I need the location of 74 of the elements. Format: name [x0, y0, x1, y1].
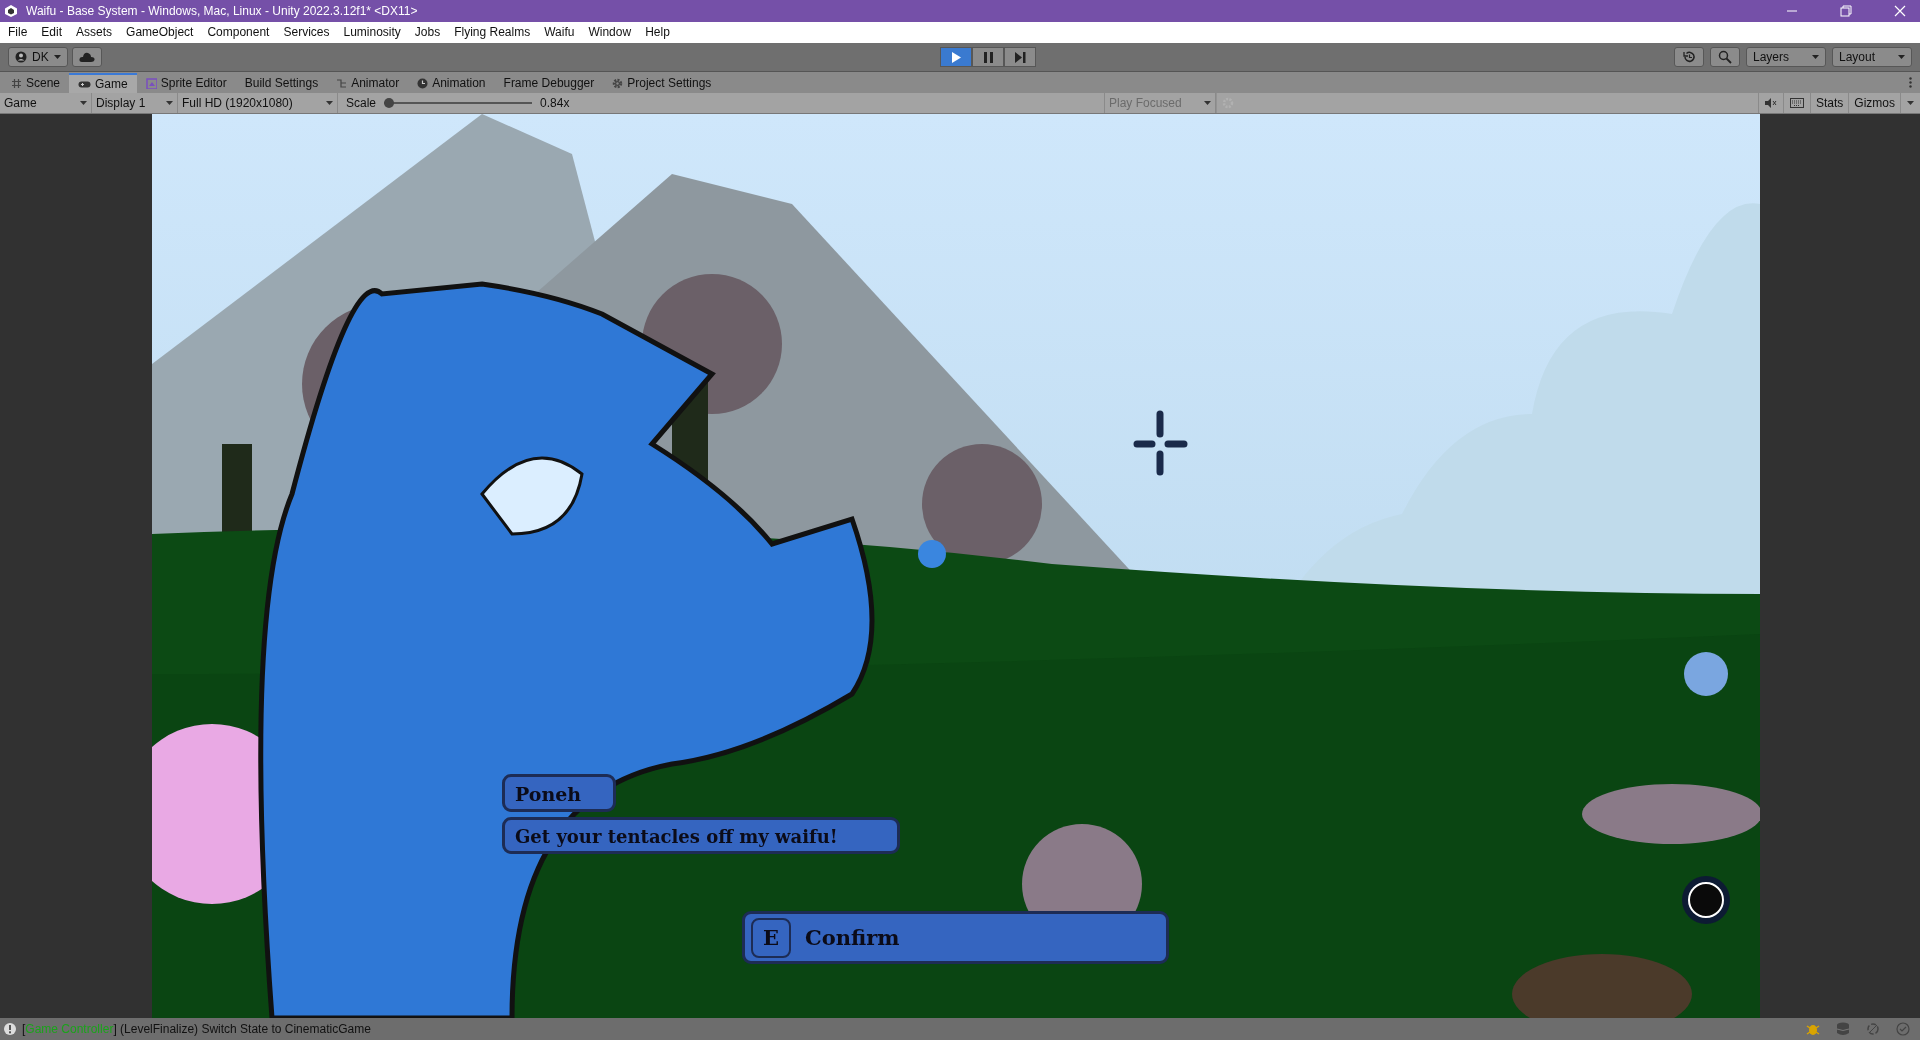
database-icon [1836, 1022, 1850, 1037]
layers-dropdown[interactable]: Layers [1746, 47, 1826, 68]
menu-item[interactable]: File [8, 25, 28, 40]
play-icon [951, 51, 961, 63]
confirm-label: Confirm [805, 925, 900, 951]
branch-icon [336, 77, 348, 89]
caret-icon [80, 101, 87, 106]
menu-item[interactable]: Luminosity [343, 25, 401, 40]
sync-icon [1866, 1022, 1880, 1037]
speaker-name-box: Poneh [502, 774, 616, 813]
gizmos-button[interactable]: Gizmos [1848, 93, 1900, 114]
check-circle-icon [1896, 1022, 1910, 1037]
caret-icon [1812, 55, 1819, 60]
restore-icon [1840, 4, 1852, 17]
key-hint: E [751, 917, 791, 958]
history-icon [1682, 50, 1696, 65]
menu-item[interactable]: Services [283, 25, 330, 40]
menu-item[interactable]: GameObject [126, 25, 194, 40]
cloud-icon [79, 52, 95, 63]
step-icon [1014, 51, 1026, 63]
caret-icon [1204, 101, 1211, 106]
display-dropdown[interactable]: Display 1 [92, 93, 178, 114]
menu-item[interactable]: Edit [41, 25, 63, 40]
scale-label: Scale [346, 96, 377, 111]
resolution-dropdown[interactable]: Full HD (1920x1080) [178, 93, 338, 114]
menu-item[interactable]: Assets [76, 25, 113, 40]
grid-icon [11, 77, 22, 89]
stats-button[interactable]: Stats [1809, 93, 1849, 114]
search-button[interactable] [1710, 47, 1740, 68]
view-dropdown[interactable]: Game [0, 93, 92, 114]
search-icon [1718, 50, 1732, 65]
tab[interactable]: Scene [2, 73, 70, 94]
cloud-button[interactable] [72, 47, 102, 68]
menu-item[interactable]: Window [588, 25, 632, 40]
history-button[interactable] [1674, 47, 1704, 68]
tab[interactable]: Frame Debugger [494, 73, 604, 94]
more-icon [1909, 77, 1912, 89]
menu-item[interactable]: Jobs [414, 25, 441, 40]
unity-logo-icon [4, 3, 18, 18]
menu-item[interactable]: Waifu [544, 25, 575, 40]
caret-icon [1898, 55, 1905, 60]
dialogue-box: Get your tentacles off my waifu! [502, 817, 900, 855]
caret-icon [53, 55, 61, 60]
tab[interactable]: Animator [327, 73, 409, 94]
tab[interactable]: Animation [408, 73, 495, 94]
caret-icon [1907, 101, 1914, 106]
caret-icon [326, 101, 333, 106]
layout-dropdown[interactable]: Layout [1832, 47, 1912, 68]
console-message: [Game Controller] (LevelFinalize) Switch State to CinematicGame [22, 1022, 371, 1037]
step-button[interactable] [1004, 47, 1036, 68]
menu-item[interactable]: Flying Realms [454, 25, 531, 40]
tab[interactable]: Sprite Editor [136, 73, 236, 94]
tab[interactable]: Build Settings [235, 73, 328, 94]
user-icon [15, 51, 27, 64]
menu-item[interactable]: Help [645, 25, 670, 40]
settings-icon [612, 77, 624, 89]
pause-button[interactable] [972, 47, 1004, 68]
account-dropdown[interactable]: DK [8, 47, 68, 68]
tab[interactable]: Game [69, 73, 137, 94]
sprite-icon [145, 77, 157, 89]
warning-icon [4, 1023, 16, 1036]
caret-icon [166, 101, 173, 106]
window-title: Waifu - Base System - Windows, Mac, Linux - Unity 2022.3.12f1* <DX11> [26, 3, 419, 18]
close-icon [1894, 4, 1906, 17]
tab[interactable]: Project Settings [603, 73, 721, 94]
keyboard-icon [1789, 98, 1804, 109]
bug-icon [1806, 1022, 1820, 1037]
clock-icon [417, 77, 429, 89]
confirm-prompt[interactable]: E Confirm [742, 911, 1169, 965]
menu-item[interactable]: Component [207, 25, 270, 40]
play-button[interactable] [940, 47, 972, 68]
speaker-muted-icon [1764, 98, 1777, 109]
scale-value: 0.84x [540, 96, 570, 111]
pause-icon [983, 51, 993, 63]
